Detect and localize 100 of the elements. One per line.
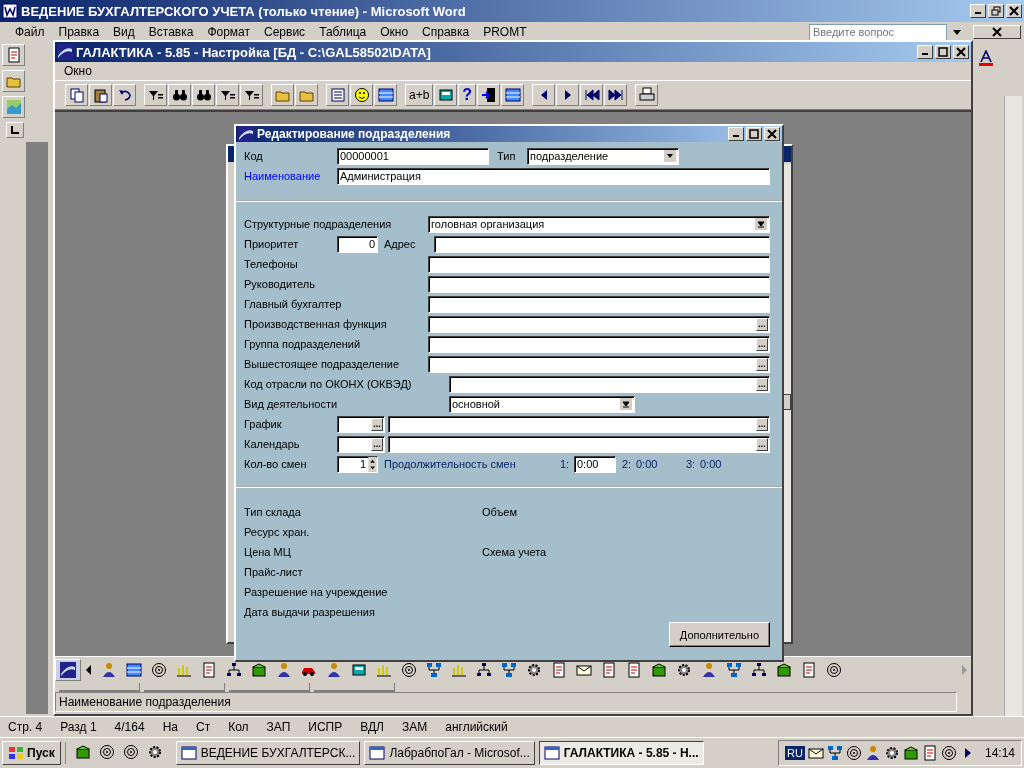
status-text: Кол <box>228 720 249 734</box>
menu-item[interactable]: Сервис <box>257 24 313 40</box>
field-label: Код <box>244 150 264 162</box>
browse-button[interactable]: ... <box>756 417 768 431</box>
more-button[interactable]: Дополнительно <box>668 622 770 647</box>
doc-icon[interactable] <box>921 745 938 761</box>
scroll-left-icon[interactable] <box>85 664 93 676</box>
toolbar-button[interactable] <box>113 84 136 106</box>
close-button[interactable] <box>1006 4 1022 18</box>
close-button[interactable] <box>953 45 969 59</box>
menu-item[interactable]: Справка <box>415 24 477 40</box>
toolbar-button[interactable] <box>65 84 88 106</box>
priority-field[interactable]: 0 <box>337 235 378 253</box>
browse-button[interactable]: ... <box>756 357 768 371</box>
close-button[interactable] <box>973 25 1021 39</box>
target-icon[interactable] <box>845 745 862 761</box>
toolbar-button[interactable] <box>350 84 373 106</box>
menu-item[interactable]: Вид <box>106 24 142 40</box>
toolbar-button[interactable] <box>501 84 525 106</box>
tree-icon <box>751 662 767 678</box>
toolbar-button[interactable] <box>216 84 239 106</box>
spin-field[interactable]: 1 <box>337 455 378 473</box>
maximize-button[interactable] <box>746 127 762 141</box>
toolbar-button[interactable] <box>604 84 628 106</box>
box-icon[interactable] <box>902 745 919 761</box>
toolbar-button[interactable] <box>374 84 397 106</box>
undo-icon <box>116 87 133 103</box>
menu-item[interactable]: Формат <box>200 24 258 40</box>
lookup-field[interactable]: ... <box>428 355 770 373</box>
menu-item[interactable]: Файл <box>8 24 52 40</box>
address-field[interactable] <box>434 235 770 253</box>
browse-button[interactable]: ... <box>371 417 383 431</box>
toolbar-button[interactable] <box>434 84 458 106</box>
toolbar-button[interactable]: a+b <box>405 84 434 106</box>
browse-button[interactable]: ... <box>371 437 383 451</box>
menu-item[interactable]: Вставка <box>141 24 201 40</box>
help-button[interactable]: ? <box>458 84 477 106</box>
toolbar-button[interactable] <box>556 84 580 106</box>
taskbar-button[interactable]: ГАЛАКТИКА - 5.85 - Н... <box>538 741 704 765</box>
lookup-field[interactable]: ... <box>428 335 770 353</box>
toolbar-button[interactable] <box>192 84 215 106</box>
minimize-button[interactable] <box>970 4 986 18</box>
browse-button[interactable]: ... <box>756 337 768 351</box>
input-field[interactable] <box>428 275 770 293</box>
browse-button[interactable]: ... <box>756 377 768 391</box>
language-indicator[interactable]: RU <box>785 746 805 760</box>
toolbar-button[interactable] <box>168 84 191 106</box>
type-dropdown[interactable]: подразделение <box>527 147 679 165</box>
person-icon[interactable] <box>864 745 881 761</box>
toolbar-button[interactable] <box>477 84 501 106</box>
network-icon[interactable] <box>826 745 843 761</box>
restore-button[interactable] <box>988 4 1004 18</box>
gear-icon[interactable] <box>883 745 900 761</box>
toolbar-button[interactable] <box>532 84 556 106</box>
toolbar-button[interactable] <box>89 84 112 106</box>
code-lookup-field[interactable]: ... <box>337 415 385 433</box>
minimize-button[interactable] <box>917 45 933 59</box>
binoculars-icon <box>195 87 212 103</box>
minimize-button[interactable] <box>728 127 744 141</box>
lookup-field[interactable]: ... <box>428 315 770 333</box>
toolbar-button[interactable] <box>144 84 167 106</box>
dropdown-field[interactable]: основной <box>449 395 635 413</box>
envelope-icon[interactable] <box>807 745 824 761</box>
input-field[interactable] <box>428 255 770 273</box>
app-logo-icon <box>57 44 73 60</box>
tab-stop-button[interactable] <box>6 122 24 138</box>
close-icon <box>956 47 966 57</box>
menu-item[interactable]: Окно <box>373 24 416 40</box>
menu-item[interactable]: PROMT <box>476 24 534 40</box>
taskbar-button[interactable]: ВЕДЕНИЕ БУХГАЛТЕРСК... <box>175 741 361 765</box>
code-field[interactable]: 00000001 <box>337 147 489 165</box>
code-lookup-field[interactable]: ... <box>337 435 385 453</box>
status-text: ЗАП <box>266 720 291 734</box>
toolbar-button[interactable] <box>55 659 81 681</box>
print-button[interactable] <box>635 84 659 106</box>
status-text: Разд 1 <box>60 720 97 734</box>
lookup-field[interactable]: ... <box>449 375 770 393</box>
person-icon <box>701 662 717 678</box>
start-button[interactable]: Пуск <box>2 741 61 765</box>
taskbar-button[interactable]: ЛабрабпоГал - Microsof... <box>364 741 535 765</box>
time-field[interactable]: 0:00 <box>574 455 616 473</box>
maximize-button[interactable] <box>935 45 951 59</box>
menu-item[interactable]: Таблица <box>312 24 374 40</box>
lookup-field[interactable]: ... <box>388 435 770 453</box>
status-text: Стр. 4 <box>8 720 43 734</box>
lookup-field[interactable]: ... <box>388 415 770 433</box>
target-icon[interactable] <box>940 745 957 761</box>
toolbar-button[interactable] <box>240 84 263 106</box>
browse-button[interactable]: ... <box>756 437 768 451</box>
input-field[interactable] <box>428 295 770 313</box>
menu-item[interactable]: Правка <box>51 24 107 40</box>
dropdown-field[interactable]: головная организация <box>428 215 770 233</box>
name-field[interactable]: Администрация <box>337 167 770 185</box>
box-icon <box>776 662 792 678</box>
menu-item[interactable]: Окно <box>57 63 99 79</box>
help-search-field[interactable]: Введите вопрос <box>809 23 947 41</box>
toolbar-button[interactable] <box>580 84 604 106</box>
close-button[interactable] <box>764 127 780 141</box>
vertical-scrollbar[interactable] <box>1004 96 1022 716</box>
browse-button[interactable]: ... <box>756 317 768 331</box>
